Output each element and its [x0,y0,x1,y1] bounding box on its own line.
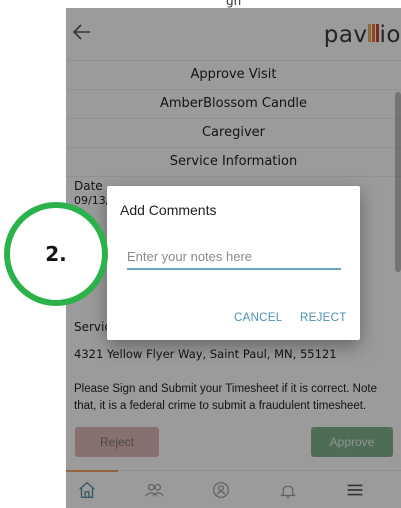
reject-dialog-button[interactable]: REJECT [300,312,347,324]
cropped-top-area: gh [0,0,401,8]
add-comments-dialog: Add Comments CANCEL REJECT [107,186,360,340]
step-marker-label: 2. [45,242,67,266]
step-marker-circle: 2. [4,202,108,306]
cropped-text-fragment: gh [226,0,242,8]
comments-input[interactable] [127,244,341,270]
cancel-button[interactable]: CANCEL [234,312,282,324]
scrollbar[interactable] [395,92,401,272]
dialog-title: Add Comments [120,202,217,218]
